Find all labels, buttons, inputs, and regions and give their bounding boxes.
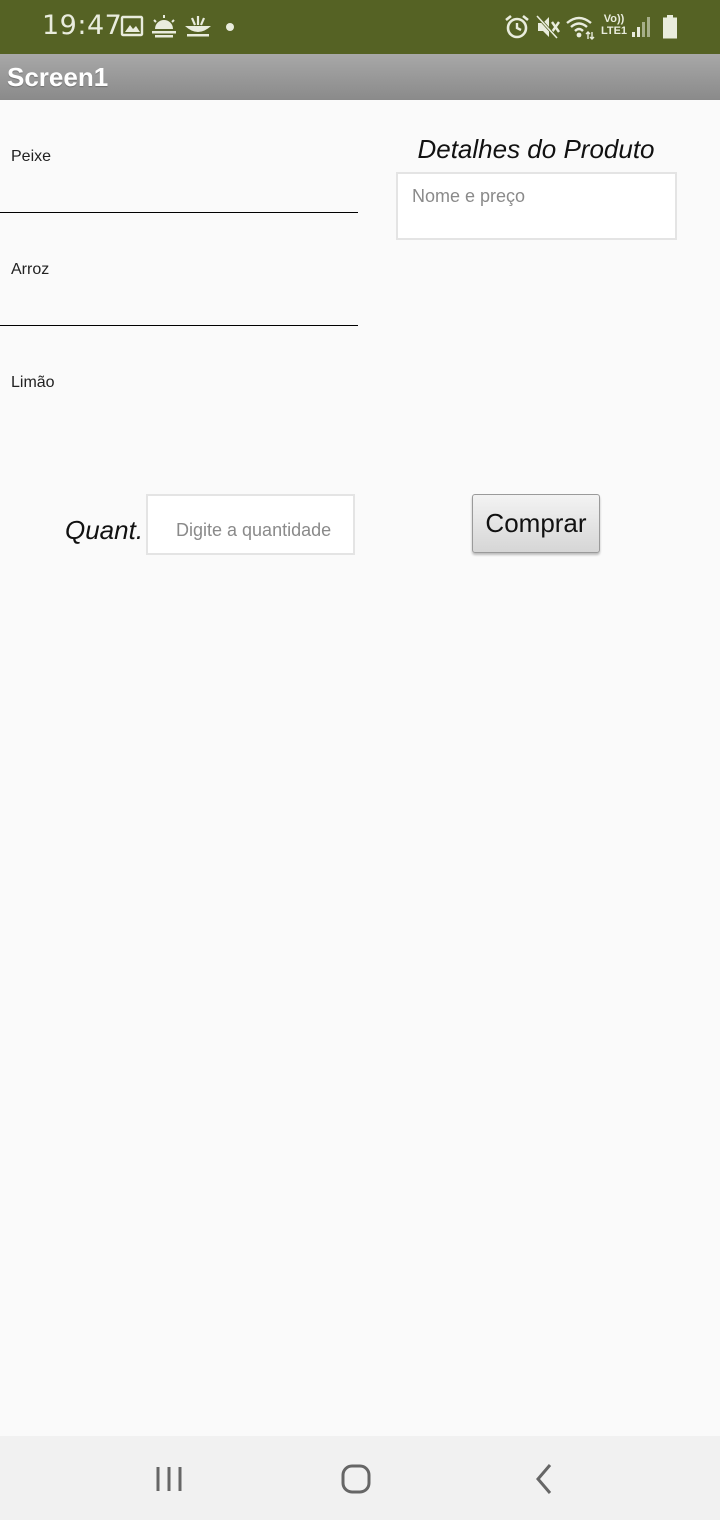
product-label-arroz[interactable]: Arroz (11, 261, 49, 279)
wifi-icon (566, 16, 595, 40)
product-label-peixe[interactable]: Peixe (11, 148, 51, 166)
status-time: 19:47 (42, 10, 123, 41)
screen-title: Screen1 (7, 62, 109, 92)
details-title: Detalhes do Produto (417, 134, 655, 164)
battery-icon (663, 15, 677, 39)
title-bar: Screen1 (0, 54, 720, 100)
alarm-icon (505, 14, 529, 39)
details-textbox[interactable]: Nome e preço (396, 172, 677, 240)
home-icon[interactable] (336, 1463, 376, 1495)
lte-label: LTE1 (600, 25, 628, 37)
image-icon (120, 15, 144, 37)
product-divider (0, 212, 358, 213)
volte-lte-icon: Vo)) LTE1 (599, 13, 629, 37)
mute-icon (535, 14, 560, 40)
signal-icon (632, 17, 650, 37)
main-content: Peixe Arroz Limão Detalhes do Produto No… (0, 100, 720, 1436)
notification-app-icon (185, 16, 211, 37)
weather-icon (152, 15, 176, 38)
quantity-input[interactable] (146, 494, 355, 555)
navigation-bar (0, 1436, 720, 1520)
product-label-limao[interactable]: Limão (11, 374, 55, 392)
status-bar: 19:47 Vo)) LTE1 (0, 0, 720, 54)
buy-button[interactable]: Comprar (472, 494, 600, 553)
quantity-label: Quant. (65, 515, 144, 545)
volte-label: Vo)) (603, 13, 625, 25)
back-icon[interactable] (524, 1463, 564, 1495)
recent-apps-icon[interactable] (150, 1463, 190, 1495)
product-divider (0, 325, 358, 326)
dot-icon (226, 23, 234, 31)
